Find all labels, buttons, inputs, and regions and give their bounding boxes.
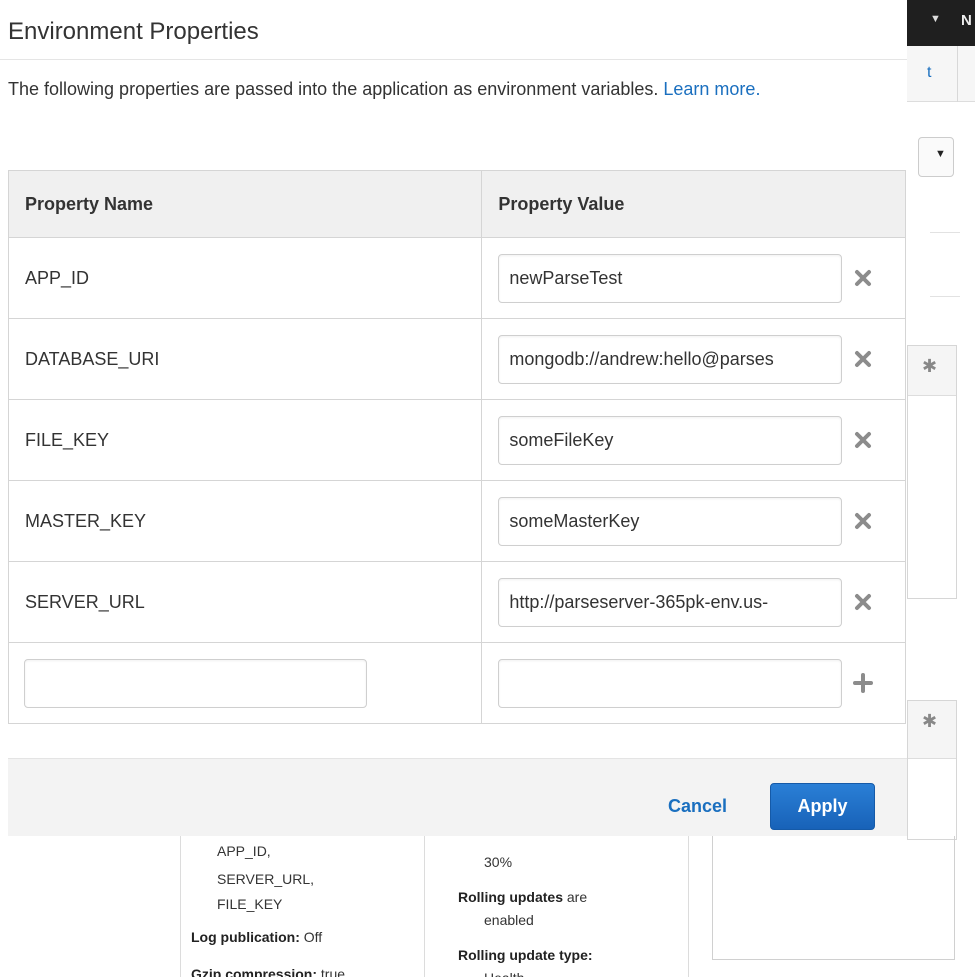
column-divider bbox=[688, 836, 689, 977]
learn-more-link[interactable]: Learn more. bbox=[663, 79, 760, 99]
column-divider bbox=[424, 836, 425, 977]
setting-value: are bbox=[566, 889, 588, 905]
property-name: MASTER_KEY bbox=[7, 480, 483, 562]
properties-table: Property Name Property Value APP_ID newP… bbox=[7, 170, 906, 724]
table-row: MASTER_KEY someMasterKey bbox=[7, 480, 906, 562]
config-text: SERVER_URL, bbox=[217, 871, 315, 887]
modal-footer: Cancel Apply bbox=[8, 758, 907, 836]
setting-label: Rolling update type: bbox=[458, 947, 593, 963]
property-value-input[interactable]: newParseTest bbox=[498, 253, 843, 303]
caret-down-icon[interactable]: ▼ bbox=[930, 13, 941, 25]
remove-x-icon[interactable] bbox=[852, 348, 874, 370]
gear-icon[interactable]: ✱ bbox=[922, 711, 937, 732]
background-config-panel: ✱ bbox=[907, 345, 957, 599]
log-publication-setting: Log publication: Off bbox=[191, 926, 322, 948]
divider bbox=[930, 296, 960, 297]
column-header-property-name: Property Name bbox=[7, 170, 483, 238]
modal-description: The following properties are passed into… bbox=[8, 74, 888, 105]
property-value-cell: someFileKey bbox=[481, 399, 906, 481]
remove-x-icon[interactable] bbox=[852, 267, 874, 289]
rolling-updates-setting: Rolling updates are bbox=[458, 886, 587, 908]
table-row: APP_ID newParseTest bbox=[7, 237, 906, 319]
property-value-cell: http://parseserver-365pk-env.us- bbox=[481, 561, 906, 643]
table-row: DATABASE_URI mongodb://andrew:hello@pars… bbox=[7, 318, 906, 400]
divider bbox=[930, 232, 960, 233]
top-bar-menu-fragment[interactable]: N bbox=[961, 12, 972, 29]
background-config-columns: APP_ID, SERVER_URL, FILE_KEY Log publica… bbox=[0, 836, 975, 977]
tab-divider bbox=[957, 46, 958, 102]
config-text: APP_ID, bbox=[217, 843, 271, 859]
background-config-panel: ✱ bbox=[907, 700, 957, 840]
tab-link-fragment[interactable]: t bbox=[927, 64, 931, 82]
property-name: FILE_KEY bbox=[7, 399, 483, 481]
table-row: SERVER_URL http://parseserver-365pk-env.… bbox=[7, 561, 906, 643]
rolling-update-type-setting: Rolling update type: bbox=[458, 944, 593, 966]
background-dropdown[interactable]: ▼ bbox=[918, 137, 954, 177]
new-property-name-input[interactable] bbox=[24, 658, 367, 708]
property-value-input[interactable]: someFileKey bbox=[498, 415, 843, 465]
new-property-row bbox=[7, 642, 906, 724]
table-row: FILE_KEY someFileKey bbox=[7, 399, 906, 481]
remove-x-icon[interactable] bbox=[852, 591, 874, 613]
remove-x-icon[interactable] bbox=[852, 429, 874, 451]
gear-icon[interactable]: ✱ bbox=[922, 356, 937, 377]
divider bbox=[0, 59, 907, 60]
background-tab-strip: t bbox=[907, 46, 975, 102]
gzip-setting: Gzip compression: true bbox=[191, 963, 345, 977]
new-property-value-input[interactable] bbox=[498, 658, 843, 708]
property-name: DATABASE_URI bbox=[7, 318, 483, 400]
setting-label: Gzip compression: bbox=[191, 966, 318, 977]
environment-properties-modal: Environment Properties The following pro… bbox=[0, 0, 907, 836]
setting-label: Rolling updates bbox=[458, 889, 563, 905]
background-box bbox=[712, 836, 955, 960]
setting-value: true bbox=[320, 966, 346, 977]
column-divider bbox=[180, 836, 181, 977]
config-text: 30% bbox=[484, 854, 513, 870]
property-value-cell: newParseTest bbox=[481, 237, 906, 319]
property-value-input[interactable]: someMasterKey bbox=[498, 496, 843, 546]
config-text: enabled bbox=[484, 912, 534, 928]
property-name: SERVER_URL bbox=[7, 561, 483, 643]
setting-value: Off bbox=[303, 929, 323, 945]
new-property-name-cell bbox=[7, 642, 483, 724]
property-value-cell: mongodb://andrew:hello@parses bbox=[481, 318, 906, 400]
property-value-input[interactable]: mongodb://andrew:hello@parses bbox=[498, 334, 843, 384]
setting-value: Health bbox=[484, 967, 524, 977]
remove-x-icon[interactable] bbox=[852, 510, 874, 532]
description-text: The following properties are passed into… bbox=[8, 79, 659, 99]
new-property-value-cell bbox=[481, 642, 906, 724]
modal-title: Environment Properties bbox=[8, 18, 259, 45]
apply-button[interactable]: Apply bbox=[770, 783, 875, 830]
cancel-button[interactable]: Cancel bbox=[668, 796, 727, 817]
caret-down-icon: ▼ bbox=[935, 148, 946, 160]
property-name: APP_ID bbox=[7, 237, 483, 319]
config-text: FILE_KEY bbox=[217, 896, 283, 912]
add-plus-icon[interactable] bbox=[852, 672, 874, 694]
property-value-cell: someMasterKey bbox=[481, 480, 906, 562]
property-value-input[interactable]: http://parseserver-365pk-env.us- bbox=[498, 577, 843, 627]
background-top-bar: ▼ N bbox=[907, 0, 975, 46]
table-header-row: Property Name Property Value bbox=[7, 170, 906, 238]
column-header-property-value: Property Value bbox=[481, 170, 906, 238]
setting-label: Log publication: bbox=[191, 929, 300, 945]
